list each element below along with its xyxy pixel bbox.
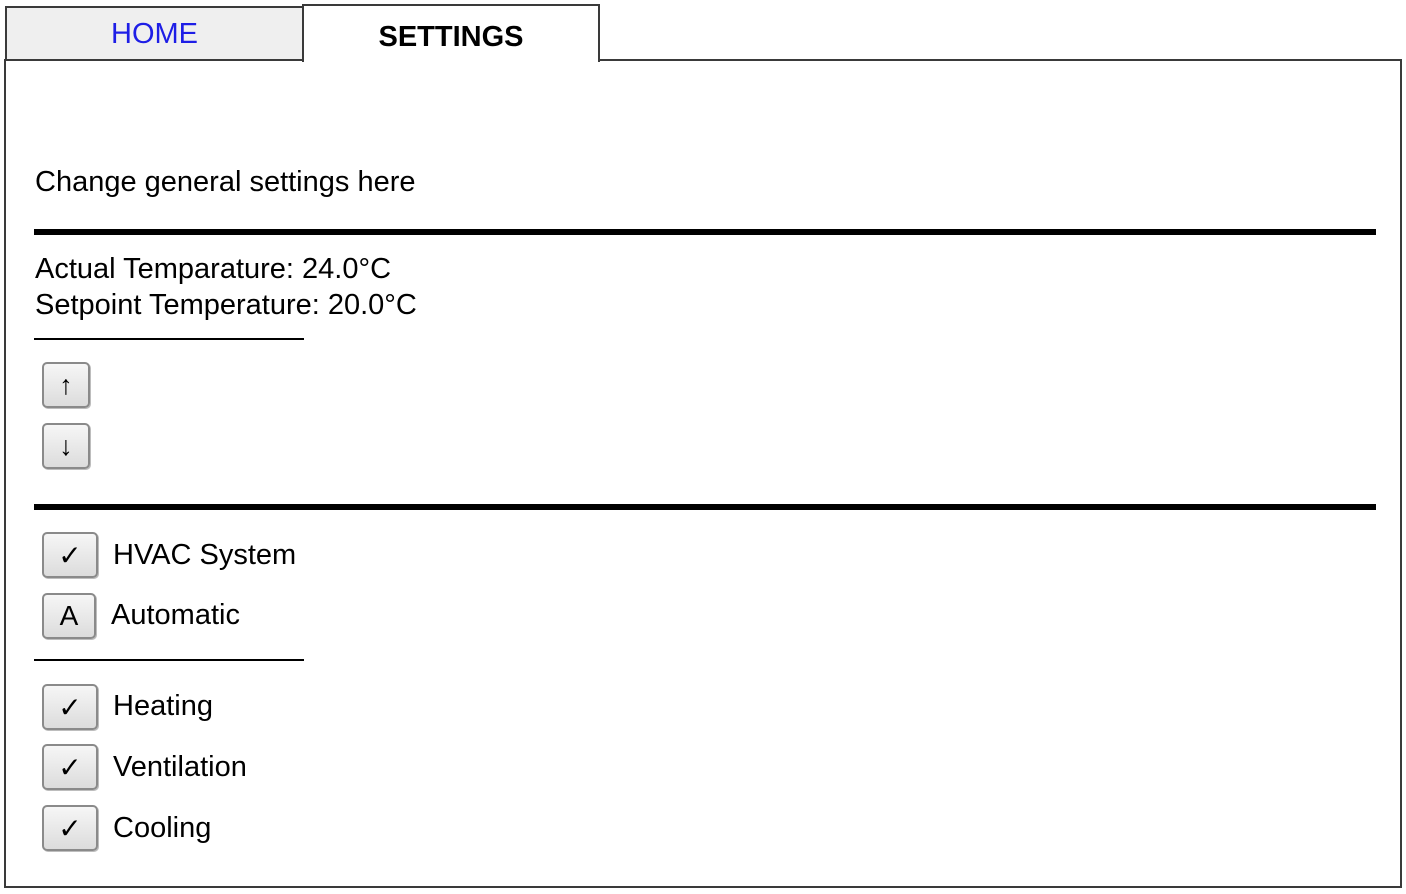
tab-settings[interactable]: SETTINGS bbox=[302, 4, 600, 62]
section-divider bbox=[34, 504, 1376, 510]
tab-bar: HOME SETTINGS bbox=[0, 0, 1406, 62]
ventilation-toggle[interactable]: ✓ bbox=[42, 744, 98, 790]
cooling-toggle[interactable]: ✓ bbox=[42, 805, 98, 851]
section-divider bbox=[34, 229, 1376, 235]
automatic-icon: A bbox=[59, 600, 79, 631]
hvac-system-toggle[interactable]: ✓ bbox=[42, 532, 98, 578]
setpoint-up-button[interactable]: ↑ bbox=[42, 362, 90, 408]
checkmark-icon: ✓ bbox=[58, 690, 82, 724]
cooling-label: Cooling bbox=[113, 812, 212, 844]
arrow-down-icon: ↓ bbox=[59, 430, 73, 461]
tab-home[interactable]: HOME bbox=[5, 6, 304, 61]
checkmark-icon: ✓ bbox=[58, 811, 82, 845]
checkmark-icon: ✓ bbox=[58, 750, 82, 784]
setpoint-down-button[interactable]: ↓ bbox=[42, 423, 90, 469]
intro-text: Change general settings here bbox=[35, 166, 416, 198]
heating-label: Heating bbox=[113, 690, 213, 722]
actual-temperature: Actual Temparature: 24.0°C bbox=[35, 253, 392, 285]
arrow-up-icon: ↑ bbox=[59, 369, 73, 400]
hvac-system-label: HVAC System bbox=[113, 539, 297, 571]
subsection-divider bbox=[34, 338, 304, 340]
setpoint-temperature: Setpoint Temperature: 20.0°C bbox=[35, 289, 417, 321]
heating-toggle[interactable]: ✓ bbox=[42, 684, 98, 730]
subsection-divider bbox=[34, 659, 304, 661]
automatic-label: Automatic bbox=[111, 599, 240, 631]
checkmark-icon: ✓ bbox=[58, 538, 82, 572]
ventilation-label: Ventilation bbox=[113, 751, 247, 783]
automatic-toggle[interactable]: A bbox=[42, 593, 96, 639]
